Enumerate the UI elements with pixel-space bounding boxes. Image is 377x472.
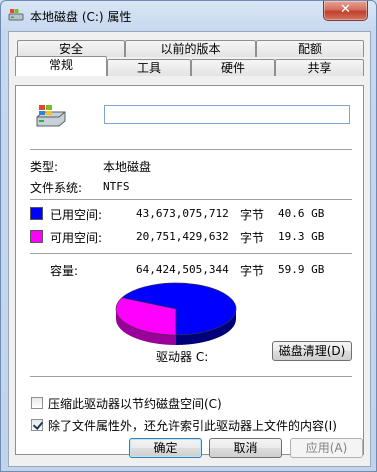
- used-space-swatch: [30, 207, 43, 220]
- used-space-label: 已用空间:: [50, 208, 103, 222]
- dialog-client: 安全 以前的版本 配额 常规 工具 硬件 共享 类型: 本地磁盘 文件系统: N…: [8, 31, 371, 467]
- used-space-bytes: 43,673,075,712: [136, 207, 229, 220]
- disk-usage-pie: [115, 282, 237, 345]
- compress-label[interactable]: 压缩此驱动器以节约磁盘空间(C): [48, 395, 222, 412]
- type-value: 本地磁盘: [103, 160, 152, 174]
- index-label[interactable]: 除了文件属性外，还允许索引此驱动器上文件的内容(I): [48, 417, 337, 434]
- title-bar[interactable]: 本地磁盘 (C:) 属性 ✕: [1, 1, 376, 31]
- disk-cleanup-button[interactable]: 磁盘清理(D): [272, 341, 352, 361]
- free-space-bytes: 20,751,429,632: [136, 230, 229, 243]
- window-title: 本地磁盘 (C:) 属性: [30, 10, 132, 24]
- separator: [30, 199, 352, 200]
- hard-drive-icon: [36, 105, 66, 127]
- separator: [30, 253, 352, 254]
- cancel-button[interactable]: 取消: [209, 438, 282, 458]
- filesystem-label: 文件系统:: [30, 181, 83, 195]
- ok-button[interactable]: 确定: [129, 438, 202, 458]
- tab-general[interactable]: 常规: [15, 56, 107, 76]
- tab-quota[interactable]: 配额: [256, 40, 364, 57]
- free-space-gb: 19.3 GB: [278, 230, 325, 243]
- index-checkbox[interactable]: [31, 419, 43, 431]
- tab-security[interactable]: 安全: [17, 40, 125, 57]
- capacity-bytes: 64,424,505,344: [136, 263, 229, 276]
- filesystem-value: NTFS: [103, 180, 130, 193]
- free-space-swatch: [30, 230, 43, 243]
- type-label: 类型:: [30, 160, 59, 174]
- apply-button[interactable]: 应用(A): [290, 438, 363, 458]
- tab-tools[interactable]: 工具: [107, 59, 191, 76]
- capacity-gb: 59.9 GB: [278, 263, 325, 276]
- compress-checkbox[interactable]: [31, 397, 43, 409]
- separator: [30, 149, 352, 150]
- volume-name-input[interactable]: [104, 105, 350, 124]
- free-space-label: 可用空间:: [50, 231, 103, 245]
- capacity-unit: 字节: [240, 264, 265, 278]
- used-space-gb: 40.6 GB: [278, 207, 325, 220]
- general-panel: 类型: 本地磁盘 文件系统: NTFS 已用空间: 43,673,075,712…: [15, 85, 364, 455]
- tab-sharing[interactable]: 共享: [275, 59, 364, 76]
- close-button[interactable]: ✕: [323, 1, 368, 21]
- properties-window: 本地磁盘 (C:) 属性 ✕ 安全 以前的版本 配额 常规 工具 硬件 共享 类…: [0, 0, 377, 472]
- separator: [30, 376, 352, 377]
- drive-icon: [8, 9, 24, 21]
- capacity-label: 容量:: [50, 264, 79, 278]
- free-space-unit: 字节: [240, 231, 265, 245]
- used-space-unit: 字节: [240, 208, 265, 222]
- tab-previous-versions[interactable]: 以前的版本: [125, 40, 256, 57]
- drive-label: 驱动器 C:: [156, 350, 209, 364]
- tab-hardware[interactable]: 硬件: [191, 59, 275, 76]
